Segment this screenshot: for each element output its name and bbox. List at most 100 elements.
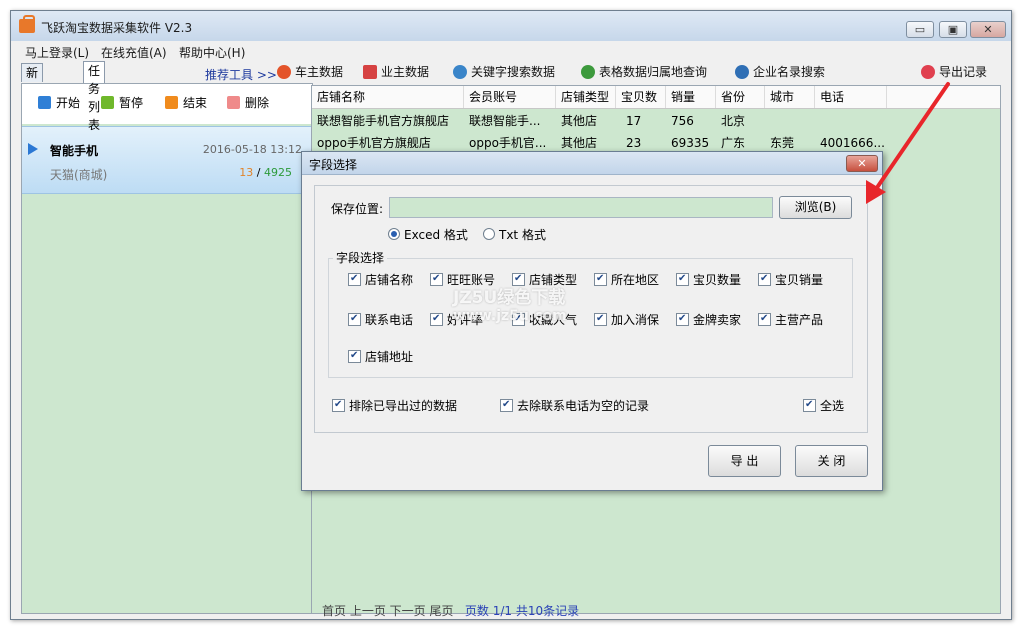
cell-phone: [815, 110, 887, 132]
checkbox-field[interactable]: 主营产品: [758, 312, 823, 327]
app-title: 飞跃淘宝数据采集软件 V2.3: [41, 21, 193, 35]
checkbox-remove-empty-phone[interactable]: 去除联系电话为空的记录: [500, 398, 649, 413]
magnifier-icon: [735, 65, 749, 79]
toolbar-car-owner[interactable]: 车主数据: [277, 65, 343, 79]
col-header-city[interactable]: 城市: [765, 86, 815, 108]
col-header-phone[interactable]: 电话: [815, 86, 887, 108]
checkbox-field[interactable]: 所在地区: [594, 272, 659, 287]
col-header-province[interactable]: 省份: [716, 86, 765, 108]
task-item[interactable]: 智能手机 2016-05-18 13:12 天猫(商城) 13 / 4925: [22, 126, 312, 194]
task-total-count: 4925: [264, 166, 292, 179]
menu-login[interactable]: 马上登录(L): [25, 44, 89, 61]
minimize-button[interactable]: ▭: [906, 21, 934, 38]
pager-info: 页数 1/1 共10条记录: [464, 604, 580, 618]
col-header-shop-name[interactable]: 店铺名称: [312, 86, 464, 108]
pause-button[interactable]: 暂停: [101, 96, 143, 110]
cell-account: 联想智能手...: [469, 114, 541, 128]
tab-task-list[interactable]: 任务列表: [83, 61, 106, 132]
checkbox-field[interactable]: 联系电话: [348, 312, 413, 327]
dialog-title-bar: 字段选择 ✕: [302, 152, 882, 175]
field-selection-dialog: 字段选择 ✕ 保存位置: 浏览(B) Exced 格式 Txt 格式 字段选择 …: [301, 151, 883, 491]
close-button[interactable]: ✕: [970, 21, 1006, 38]
watermark: JZ5U绿色下载 www.jz5u.com: [453, 289, 567, 325]
toolbar-house-owner[interactable]: 业主数据: [363, 65, 429, 79]
checkbox-checked-icon: [500, 398, 513, 412]
radio-on-icon: [388, 228, 400, 240]
checkbox-checked-icon: [676, 312, 689, 326]
checkbox-checked-icon: [348, 349, 361, 363]
export-button[interactable]: 导 出: [708, 445, 781, 477]
radio-exced-format[interactable]: Exced 格式: [388, 226, 468, 243]
save-location-label: 保存位置:: [331, 202, 384, 216]
radio-off-icon: [483, 228, 495, 240]
app-bag-icon: [19, 15, 35, 33]
toolbar-company-search[interactable]: 企业名录搜索: [735, 65, 825, 79]
task-date: 2016-05-18 13:12: [202, 143, 302, 156]
checkbox-exclude-exported[interactable]: 排除已导出过的数据: [332, 398, 457, 413]
cell-shop-type: 其他店: [561, 114, 598, 128]
cell-city: [765, 110, 815, 132]
delete-button[interactable]: 删除: [227, 96, 269, 110]
title-bar: 飞跃淘宝数据采集软件 V2.3 ▭ ▣ ✕: [11, 11, 1011, 41]
checkbox-checked-icon: [430, 272, 443, 286]
recommend-tools-label: 推荐工具 >>: [205, 68, 277, 82]
cell-shop-name: 联想智能手机官方旗舰店: [317, 114, 450, 128]
cell-item-count: 17: [626, 114, 642, 128]
maximize-button[interactable]: ▣: [939, 21, 967, 38]
col-header-account[interactable]: 会员账号: [464, 86, 556, 108]
col-header-sales[interactable]: 销量: [666, 86, 716, 108]
tab-new-task[interactable]: 新建任务: [21, 63, 44, 134]
checkbox-field[interactable]: 店铺类型: [512, 272, 577, 287]
browse-button[interactable]: 浏览(B): [779, 196, 852, 219]
checkbox-checked-icon: [594, 312, 607, 326]
checkbox-checked-icon: [758, 272, 771, 286]
checkbox-select-all[interactable]: 全选: [803, 398, 844, 413]
play-icon: [38, 96, 51, 109]
checkbox-checked-icon: [803, 398, 816, 412]
checkbox-field[interactable]: 旺旺账号: [430, 272, 495, 287]
checkbox-field[interactable]: 加入消保: [594, 312, 659, 327]
checkbox-field[interactable]: 金牌卖家: [676, 312, 741, 327]
fields-legend: 字段选择: [333, 249, 388, 266]
task-actions: 开始 暂停 结束 删除: [22, 84, 312, 124]
table-row[interactable]: 联想智能手机官方旗舰店 联想智能手... 其他店 17 756 北京: [312, 110, 1000, 132]
dialog-title: 字段选择: [309, 158, 358, 172]
pager-links[interactable]: 首页 上一页 下一页 尾页: [322, 604, 453, 618]
menu-recharge[interactable]: 在线充值(A): [101, 44, 167, 61]
col-header-item-count[interactable]: 宝贝数: [616, 86, 666, 108]
stop-button[interactable]: 结束: [165, 96, 207, 110]
toolbar-keyword-search[interactable]: 关键字搜索数据: [453, 65, 555, 79]
task-done-count: 13: [239, 166, 254, 179]
save-location-input[interactable]: [389, 197, 773, 218]
checkbox-field[interactable]: 宝贝销量: [758, 272, 823, 287]
col-header-shop-type[interactable]: 店铺类型: [556, 86, 616, 108]
checkbox-checked-icon: [758, 312, 771, 326]
play-arrow-icon: [28, 143, 38, 155]
dialog-body: 保存位置: 浏览(B) Exced 格式 Txt 格式 字段选择 店铺名称 旺旺…: [314, 185, 868, 433]
radio-txt-format[interactable]: Txt 格式: [483, 226, 546, 243]
table-globe-icon: [581, 65, 595, 79]
checkbox-field[interactable]: 店铺地址: [348, 349, 413, 364]
checkbox-checked-icon: [332, 398, 345, 412]
toolbar-export-records[interactable]: 导出记录: [921, 65, 987, 79]
checkbox-checked-icon: [348, 312, 361, 326]
trash-icon: [227, 96, 240, 109]
task-progress: 13 / 4925: [239, 166, 292, 179]
car-owner-icon: [277, 65, 291, 79]
checkbox-field[interactable]: 店铺名称: [348, 272, 413, 287]
watermark-line2: www.jz5u.com: [453, 308, 567, 324]
checkbox-field[interactable]: 宝贝数量: [676, 272, 741, 287]
stop-icon: [165, 96, 178, 109]
house-icon: [363, 65, 377, 79]
cell-sales: 756: [671, 114, 694, 128]
export-heart-icon: [921, 65, 935, 79]
cell-province: 北京: [721, 114, 746, 128]
menu-help[interactable]: 帮助中心(H): [179, 44, 245, 61]
grid-header: 店铺名称 会员账号 店铺类型 宝贝数 销量 省份 城市 电话: [312, 86, 1000, 109]
start-button[interactable]: 开始: [38, 96, 80, 110]
close-dialog-button[interactable]: 关 闭: [795, 445, 868, 477]
watermark-line1: JZ5U绿色下载: [453, 288, 566, 308]
task-platform: 天猫(商城): [50, 168, 108, 182]
toolbar-table-location[interactable]: 表格数据归属地查询: [581, 65, 707, 79]
dialog-close-icon[interactable]: ✕: [846, 155, 878, 172]
